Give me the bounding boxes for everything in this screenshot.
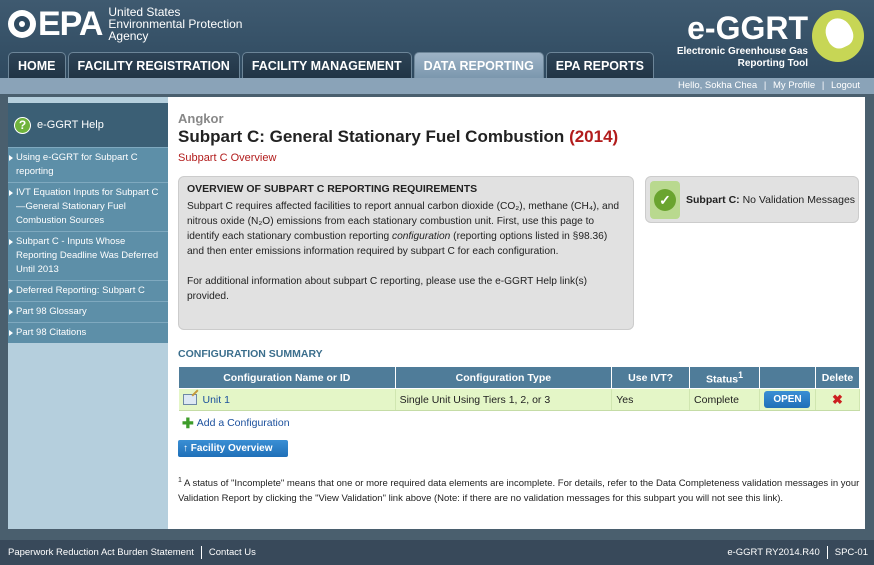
delete-cell: ✖ [815,388,861,411]
main-nav-tabs: HOME FACILITY REGISTRATION FACILITY MANA… [8,52,656,78]
col-config-name: Configuration Name or ID [178,366,396,389]
facility-overview-label: Facility Overview [190,443,273,454]
status-footnote: 1 A status of "Incomplete" means that on… [178,473,860,506]
page-title-text: Subpart C: General Stationary Fuel Combu… [178,127,565,146]
help-question-icon: ? [14,116,31,134]
table-header-row: Configuration Name or ID Configuration T… [178,366,861,389]
divider: | [763,80,767,91]
overview-paragraph-2: For additional information about subpart… [187,276,587,302]
sidebar-item-ivt-equation-inputs[interactable]: IVT Equation Inputs for Subpart C—Genera… [8,182,168,231]
tab-epa-reports[interactable]: EPA REPORTS [545,52,655,78]
config-name-link[interactable]: Unit 1 [203,394,230,406]
validation-status-box: ✓ Subpart C: No Validation Messages [645,176,859,223]
add-configuration-link[interactable]: ✚ Add a Configuration [182,415,290,431]
version-text: e-GGRT RY2014.R40 [727,547,820,558]
header: EPA United States Environmental Protecti… [0,0,874,78]
sidebar-item-citations[interactable]: Part 98 Citations [8,322,168,343]
tab-home[interactable]: HOME [8,52,66,78]
col-config-type: Configuration Type [394,366,613,389]
config-name-cell: Unit 1 [178,388,396,411]
tab-facility-management[interactable]: FACILITY MANAGEMENT [241,52,412,78]
validation-tile: ✓ [650,180,680,219]
col-status: Status1 [689,366,760,389]
eggrt-subtitle: Electronic Greenhouse Gas Reporting Tool [677,46,808,70]
sidebar-item-deferred-reporting[interactable]: Deferred Reporting: Subpart C [8,280,168,301]
epa-agency-name: United States Environmental Protection A… [108,6,242,42]
my-profile-link[interactable]: My Profile [773,80,815,91]
tab-data-reporting[interactable]: DATA REPORTING [413,52,544,78]
footnote-text: A status of "Incomplete" means that one … [178,478,860,505]
arrow-up-icon: ↑ [183,443,191,454]
divider [826,545,828,559]
egret-bird-icon [812,10,864,62]
status-footnote-marker: 1 [738,369,743,380]
sidebar-item-using-eggrt[interactable]: Using e-GGRT for Subpart C reporting [8,147,168,182]
col-status-label: Status [706,373,739,386]
status-cell: Complete [689,388,760,411]
eggrt-sub-line-2: Reporting Tool [737,58,808,69]
table-row: Unit 1 Single Unit Using Tiers 1, 2, or … [178,388,861,411]
epa-logo[interactable]: EPA United States Environmental Protecti… [8,6,242,42]
checkmark-icon: ✓ [654,188,676,211]
use-ivt-cell: Yes [611,388,691,411]
eggrt-logo: e-GGRT Electronic Greenhouse Gas Reporti… [664,8,864,72]
tab-facility-registration[interactable]: FACILITY REGISTRATION [67,52,240,78]
config-type-cell: Single Unit Using Tiers 1, 2, or 3 [395,388,613,411]
open-cell: OPEN [759,388,816,411]
divider [200,545,202,559]
configuration-summary-heading: CONFIGURATION SUMMARY [178,348,323,360]
overview-heading: OVERVIEW OF SUBPART C REPORTING REQUIREM… [187,183,478,195]
help-sidebar: ? e-GGRT Help Using e-GGRT for Subpart C… [8,97,168,529]
facility-overview-button[interactable]: ↑ Facility Overview [178,440,288,457]
eggrt-title: e-GGRT [687,10,808,46]
validation-label: Subpart C: [686,193,740,206]
user-greeting: Hello, Sokha Chea [677,80,758,91]
sidebar-title: e-GGRT Help [37,119,104,131]
reporting-year: (2014) [569,127,619,146]
col-use-ivt: Use IVT? [611,366,691,389]
delete-icon[interactable]: ✖ [832,392,843,407]
footer-links: Paperwork Reduction Act Burden Statement… [8,540,256,565]
page-code: SPC-01 [834,547,868,558]
open-button[interactable]: OPEN [764,391,811,408]
plus-icon: ✚ [182,415,194,431]
overview-emphasis: configuration [392,231,451,242]
sidebar-header: ? e-GGRT Help [8,103,168,147]
sidebar-item-glossary[interactable]: Part 98 Glossary [8,301,168,322]
overview-paragraph-1: Subpart C requires affected facilities t… [187,199,625,259]
eggrt-sub-line-1: Electronic Greenhouse Gas [676,46,808,57]
agency-line-3: Agency [108,29,149,43]
overview-panel: OVERVIEW OF SUBPART C REPORTING REQUIREM… [178,176,634,330]
logout-link[interactable]: Logout [831,80,860,91]
page-title: Subpart C: General Stationary Fuel Combu… [178,127,618,147]
validation-message: Subpart C: No Validation Messages [686,194,855,206]
paperwork-reduction-link[interactable]: Paperwork Reduction Act Burden Statement [8,547,194,558]
epa-wordmark: EPA [38,5,103,43]
footer: Paperwork Reduction Act Burden Statement… [0,540,874,565]
sidebar-item-deferred-inputs[interactable]: Subpart C - Inputs Whose Reporting Deadl… [8,231,168,280]
facility-name: Angkor [178,111,224,126]
contact-us-link[interactable]: Contact Us [209,547,256,558]
edit-unit-icon[interactable] [182,394,197,406]
col-delete: Delete [814,366,861,389]
page-subtitle: Subpart C Overview [178,152,277,164]
validation-text: No Validation Messages [742,193,856,206]
user-bar: Hello, Sokha Chea | My Profile | Logout [0,78,874,94]
add-configuration-label: Add a Configuration [196,417,290,429]
main-content: Angkor Subpart C: General Stationary Fue… [168,97,865,529]
epa-seal-icon [8,10,36,38]
footer-meta: e-GGRT RY2014.R40 SPC-01 [727,540,868,565]
divider: | [821,80,825,91]
configuration-table: Configuration Name or ID Configuration T… [178,366,861,411]
col-open [759,366,816,389]
